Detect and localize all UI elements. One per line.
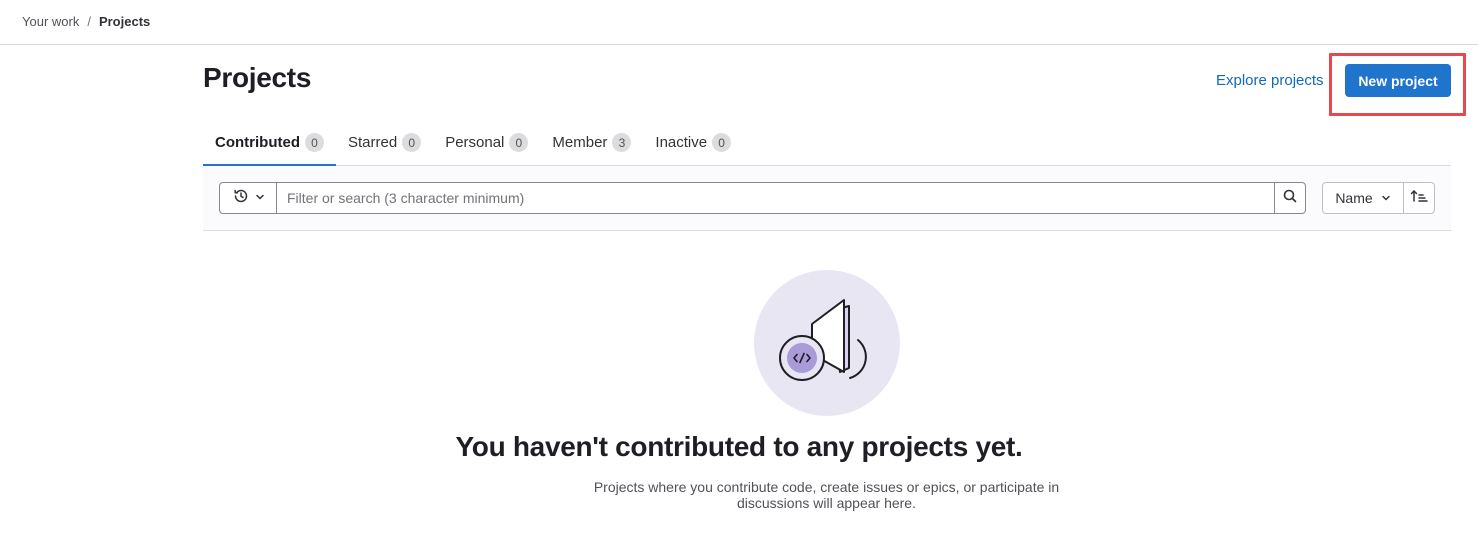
count-badge: 0 (509, 133, 529, 152)
history-icon (233, 188, 249, 209)
chevron-down-icon (255, 189, 265, 207)
tab-contributed[interactable]: Contributed 0 (203, 120, 336, 166)
tab-label: Member (552, 134, 608, 151)
breadcrumb: Your work / Projects (22, 14, 150, 29)
count-badge: 0 (712, 133, 732, 152)
tab-starred[interactable]: Starred 0 (336, 120, 433, 165)
breadcrumb-item-your-work[interactable]: Your work (22, 14, 79, 29)
filter-bar: Name (203, 166, 1451, 231)
tab-label: Starred (347, 134, 398, 151)
search-input[interactable] (276, 182, 1275, 214)
breadcrumb-item-projects[interactable]: Projects (99, 14, 150, 29)
empty-state-title: You haven't contributed to any projects … (455, 431, 1023, 462)
sort-label: Name (1335, 190, 1373, 206)
count-badge: 0 (402, 133, 422, 152)
search-button[interactable] (1274, 182, 1306, 214)
empty-state-illustration (754, 270, 900, 416)
sort-ascending-icon (1410, 188, 1428, 209)
new-project-button[interactable]: New project (1345, 64, 1451, 97)
count-badge: 3 (612, 133, 632, 152)
tab-label: Contributed (215, 134, 300, 151)
breadcrumb-separator: / (87, 14, 91, 29)
recent-searches-dropdown[interactable] (219, 182, 277, 214)
sort-direction-button[interactable] (1403, 182, 1435, 214)
explore-projects-link[interactable]: Explore projects (1216, 72, 1324, 89)
sort-dropdown[interactable]: Name (1322, 182, 1404, 214)
count-badge: 0 (304, 133, 324, 152)
tab-member[interactable]: Member 3 (540, 120, 643, 165)
chevron-down-icon (1381, 190, 1391, 206)
search-icon (1282, 188, 1298, 209)
tab-inactive[interactable]: Inactive 0 (643, 120, 743, 165)
project-tabs: Contributed 0 Starred 0 Personal 0 Membe… (203, 120, 1451, 166)
tab-label: Personal (445, 134, 505, 151)
top-bar: Your work / Projects (0, 0, 1478, 45)
empty-state-description: Projects where you contribute code, crea… (593, 479, 1060, 511)
tab-label: Inactive (655, 134, 708, 151)
page-title: Projects (203, 62, 312, 93)
tab-personal[interactable]: Personal 0 (433, 120, 540, 165)
